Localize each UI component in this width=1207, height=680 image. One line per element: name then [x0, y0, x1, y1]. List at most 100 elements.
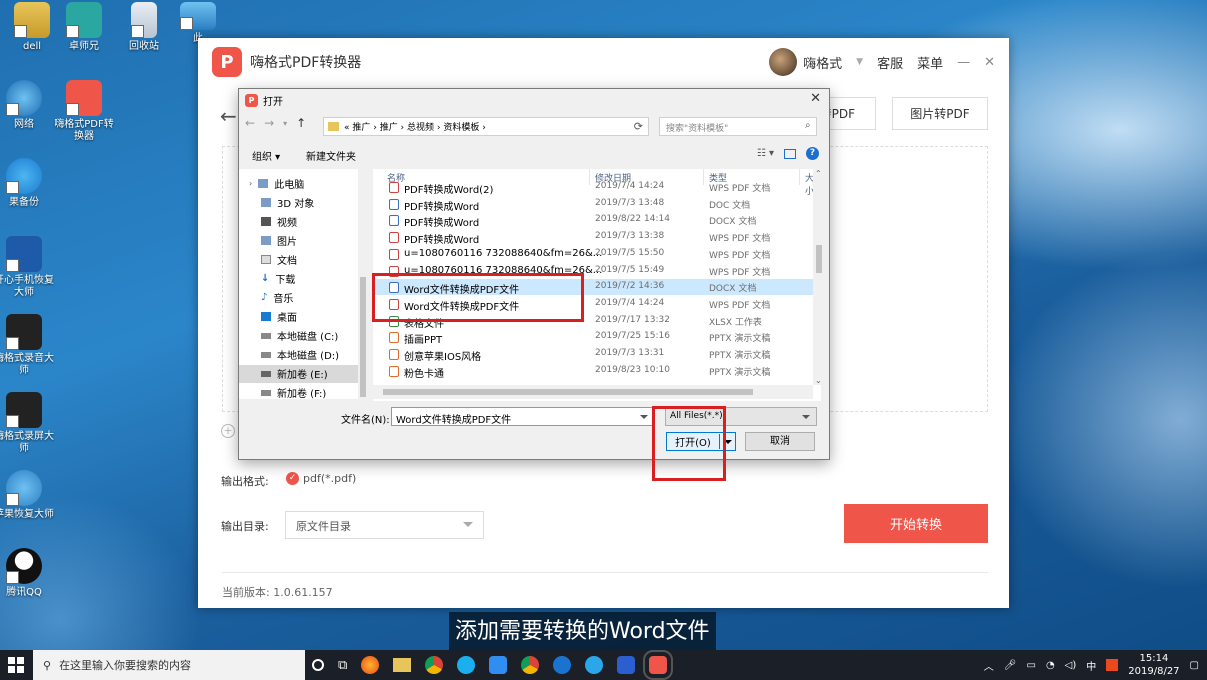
scrollbar-thumb[interactable]: [383, 389, 753, 395]
organize-button[interactable]: 组织 ▾: [252, 148, 280, 163]
file-row[interactable]: 粉色卡通 2019/8/23 10:10 PPTX 演示文稿: [373, 363, 821, 380]
desktop-icon-pdf-converter[interactable]: 嗨格式PDF转换器: [52, 80, 116, 143]
service-link[interactable]: 客服: [877, 53, 903, 72]
tree-item-3d[interactable]: 3D 对象: [261, 195, 314, 210]
antivirus-icon[interactable]: [1106, 659, 1119, 671]
doc-file-icon: [389, 215, 399, 227]
edge-icon[interactable]: [553, 656, 572, 674]
file-explorer-icon[interactable]: [393, 658, 412, 672]
help-icon[interactable]: ?: [806, 147, 819, 160]
file-row[interactable]: PDF转换成Word(2) 2019/7/4 14:24 WPS PDF 文档: [373, 179, 821, 196]
file-row[interactable]: PDF转换成Word 2019/7/3 13:38 WPS PDF 文档: [373, 229, 821, 246]
app-logo-icon: P: [212, 47, 242, 77]
close-button[interactable]: ✕: [984, 55, 995, 70]
filename-input[interactable]: Word文件转换成PDF文件: [391, 407, 655, 426]
menu-link[interactable]: 菜单: [917, 53, 943, 72]
tree-item-desktop[interactable]: 桌面: [261, 309, 297, 324]
file-row[interactable]: u=1080760116 732088640&fm=26&... 2019/7/5…: [373, 246, 821, 262]
tree-item-pictures[interactable]: 图片: [261, 233, 297, 248]
output-dir-label: 输出目录:: [221, 520, 269, 533]
file-list-hscrollbar[interactable]: [373, 385, 813, 399]
recent-dropdown-icon[interactable]: ▾: [283, 119, 287, 128]
scrollbar-thumb[interactable]: [816, 245, 822, 273]
desktop-icon-apple-recovery[interactable]: 苹果恢复大师: [0, 470, 56, 521]
user-name[interactable]: 嗨格式: [803, 53, 842, 72]
clock[interactable]: 15:14 2019/8/27: [1128, 652, 1179, 678]
tree-item-downloads[interactable]: ↓ 下载: [261, 271, 295, 286]
pdf-converter-icon[interactable]: [643, 650, 674, 680]
chevron-down-icon: [802, 415, 810, 419]
file-row[interactable]: 创意苹果IOS风格 2019/7/3 13:31 PPTX 演示文稿: [373, 346, 821, 363]
avatar[interactable]: [769, 48, 798, 76]
notification-icon[interactable]: ▢: [1190, 660, 1199, 671]
task-view-icon[interactable]: ⧉: [338, 658, 347, 673]
cancel-button[interactable]: 取消: [745, 432, 815, 451]
desktop-icon-screen-recorder[interactable]: 嗨格式录屏大师: [0, 392, 56, 455]
windows-start-icon[interactable]: [8, 657, 24, 673]
wps-icon[interactable]: [617, 656, 636, 674]
desktop-icon-network[interactable]: 网络: [0, 80, 56, 131]
tree-item-music[interactable]: ♪ 音乐: [261, 290, 293, 305]
file-row[interactable]: 插画PPT 2019/7/25 15:16 PPTX 演示文稿: [373, 329, 821, 346]
ie-icon[interactable]: [585, 656, 604, 674]
scrollbar-thumb[interactable]: [360, 277, 366, 397]
tree-item-drive-f[interactable]: 新加卷 (F:): [261, 385, 326, 400]
output-dir-select[interactable]: 原文件目录: [285, 511, 484, 539]
drive-icon: [261, 351, 271, 358]
screen-recorder-icon[interactable]: [489, 656, 508, 674]
chrome-icon[interactable]: [521, 656, 540, 674]
desktop-icon-audio-recorder[interactable]: 嗨格式录音大师: [0, 314, 56, 377]
new-folder-button[interactable]: 新建文件夹: [306, 148, 356, 163]
tree-item-this-pc[interactable]: › 此电脑: [249, 176, 304, 191]
ime-indicator[interactable]: 中: [1086, 658, 1096, 673]
tree-item-drive-d[interactable]: 本地磁盘 (D:): [261, 347, 339, 362]
volume-icon[interactable]: ◁): [1065, 660, 1077, 671]
screen-recorder-icon: [6, 392, 42, 428]
up-icon[interactable]: ↑: [296, 116, 306, 130]
back-icon[interactable]: ←: [245, 116, 255, 130]
scroll-up-icon[interactable]: ⌃: [815, 169, 822, 178]
output-format-option[interactable]: ✓ pdf(*.pdf): [286, 472, 356, 485]
desktop-icon-zhuoshixiong[interactable]: 卓师兄: [52, 2, 116, 53]
forward-icon[interactable]: →: [264, 116, 274, 130]
browser-icon[interactable]: [457, 656, 476, 674]
file-row[interactable]: PDF转换成Word 2019/8/22 14:14 DOCX 文档: [373, 212, 821, 229]
search-input[interactable]: 搜索"资料模板": [659, 117, 817, 136]
chrome-icon[interactable]: [425, 656, 444, 674]
add-file-icon[interactable]: +: [221, 424, 235, 438]
search-icon[interactable]: ⌕: [805, 120, 811, 131]
tree-scrollbar[interactable]: [358, 169, 368, 399]
view-mode-icon[interactable]: ☷ ▾: [757, 148, 774, 159]
scroll-down-icon[interactable]: ⌄: [815, 376, 822, 385]
wifi-icon[interactable]: ◔: [1046, 660, 1055, 671]
desktop-icon-phone-recovery[interactable]: 开心手机恢复大师: [0, 236, 56, 299]
chevron-down-icon[interactable]: ▼: [856, 57, 863, 67]
tree-item-drive-c[interactable]: 本地磁盘 (C:): [261, 328, 338, 343]
taskbar-search-input[interactable]: ⚲ 在这里输入你要搜索的内容: [33, 650, 305, 680]
chevron-down-icon[interactable]: [640, 415, 648, 419]
cortana-icon[interactable]: [312, 659, 324, 671]
microphone-icon[interactable]: 🎤︎: [1004, 660, 1017, 671]
refresh-icon[interactable]: ⟳: [634, 120, 643, 133]
battery-icon[interactable]: ▭: [1026, 660, 1035, 671]
drive-icon: [261, 370, 271, 377]
file-list-scrollbar[interactable]: ⌃ ⌄: [813, 169, 825, 385]
desktop-icon-backup[interactable]: 果备份: [0, 158, 56, 209]
desktop-icon-qq[interactable]: 腾讯QQ: [0, 548, 56, 599]
pdf-file-icon: [389, 232, 399, 244]
file-row[interactable]: PDF转换成Word 2019/7/3 13:48 DOC 文档: [373, 196, 821, 213]
dialog-close-button[interactable]: ✕: [810, 91, 821, 106]
file-date: 2019/8/22 14:14: [595, 214, 670, 225]
preview-pane-icon[interactable]: [784, 148, 796, 159]
address-bar[interactable]: « 推广 › 推广 › 总视频 › 资料模板 › ⟳: [323, 117, 649, 136]
firefox-icon[interactable]: [361, 656, 380, 674]
tray-expand-icon[interactable]: ︿: [984, 658, 994, 673]
tab-image-to-pdf[interactable]: 图片转PDF: [892, 97, 988, 130]
minimize-button[interactable]: —: [957, 55, 970, 70]
tree-item-videos[interactable]: 视频: [261, 214, 297, 229]
tree-item-drive-e[interactable]: 新加卷 (E:): [261, 366, 328, 381]
tree-item-documents[interactable]: 文档: [261, 252, 297, 267]
highlight-selected-file: [372, 273, 584, 322]
back-arrow-icon[interactable]: ←: [220, 104, 237, 128]
start-convert-button[interactable]: 开始转换: [844, 504, 988, 543]
